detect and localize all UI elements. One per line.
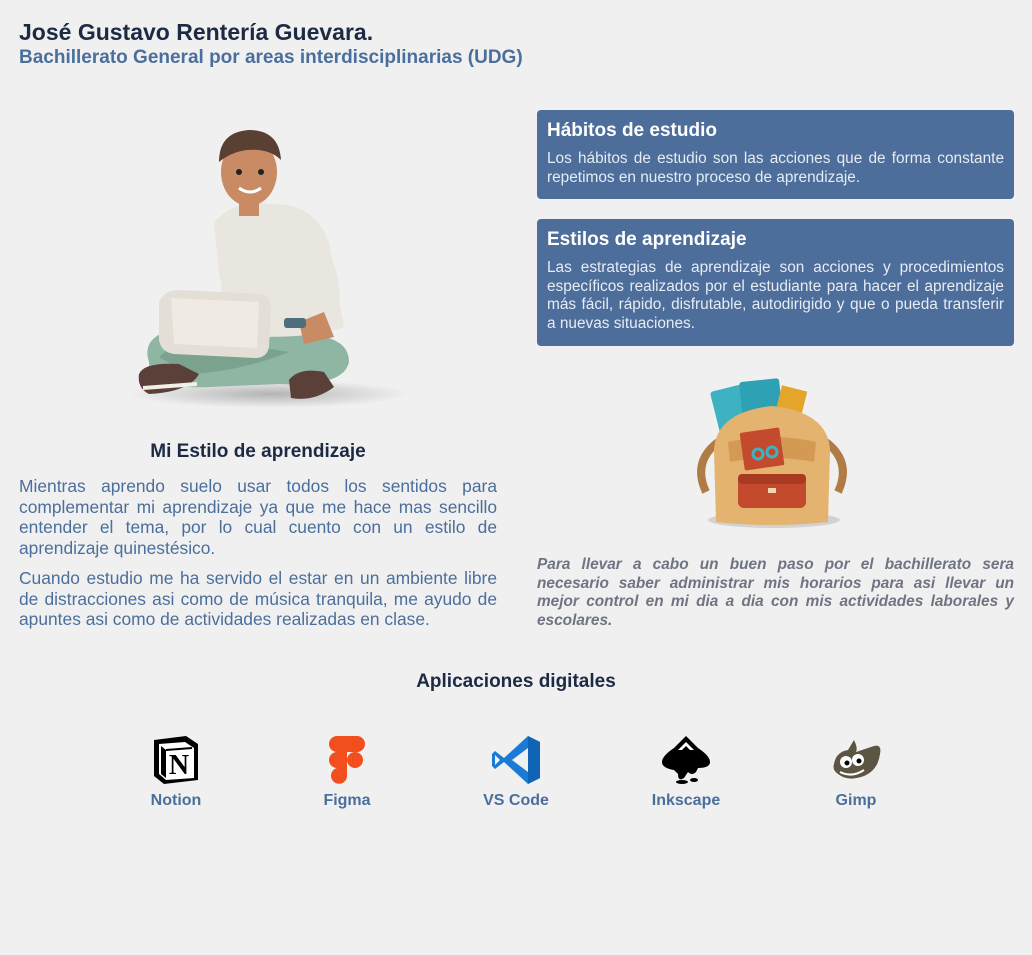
backpack-illustration xyxy=(697,378,847,528)
learning-style-title: Mi Estilo de aprendizaje xyxy=(150,441,366,462)
page: José Gustavo Rentería Guevara. Bachiller… xyxy=(0,0,1032,955)
study-habits-card: Hábitos de estudio Los hábitos de estudi… xyxy=(537,110,1014,199)
author-name: José Gustavo Rentería Guevara. xyxy=(19,19,374,45)
learning-styles-card: Estilos de aprendizaje Las estrategias d… xyxy=(537,219,1014,346)
header: José Gustavo Rentería Guevara. Bachiller… xyxy=(19,18,523,70)
app-inkscape[interactable]: Inkscape xyxy=(626,734,746,810)
app-vscode-label: VS Code xyxy=(483,792,549,809)
app-gimp[interactable]: Gimp xyxy=(796,734,916,810)
app-figma-label: Figma xyxy=(323,792,371,809)
notion-icon: N xyxy=(154,736,198,784)
svg-text:N: N xyxy=(169,750,189,781)
figma-icon xyxy=(329,736,365,784)
learning-style-paragraph-1: Mientras aprendo suelo usar todos los se… xyxy=(19,476,497,558)
app-figma[interactable]: Figma xyxy=(287,734,407,810)
program-name: Bachillerato General por areas interdisc… xyxy=(19,47,523,68)
student-with-laptop-illustration xyxy=(129,130,409,408)
gimp-icon xyxy=(833,740,881,779)
app-inkscape-label: Inkscape xyxy=(651,792,721,809)
app-notion[interactable]: N Notion xyxy=(116,734,236,810)
apps-title: Aplicaciones digitales xyxy=(416,671,616,692)
app-vscode[interactable]: VS Code xyxy=(456,734,576,810)
app-notion-label: Notion xyxy=(150,792,202,809)
study-habits-title: Hábitos de estudio xyxy=(547,120,717,141)
vscode-icon xyxy=(492,736,540,784)
learning-styles-text: Las estrategias de aprendizaje son accio… xyxy=(547,259,1004,332)
study-habits-text: Los hábitos de estudio son las acciones … xyxy=(547,150,1004,186)
bachillerato-quote: Para llevar a cabo un buen paso por el b… xyxy=(537,556,1014,629)
learning-styles-title: Estilos de aprendizaje xyxy=(547,229,747,250)
app-gimp-label: Gimp xyxy=(835,792,877,809)
learning-style-paragraph-2: Cuando estudio me ha servido el estar en… xyxy=(19,568,497,630)
inkscape-icon xyxy=(662,736,710,784)
